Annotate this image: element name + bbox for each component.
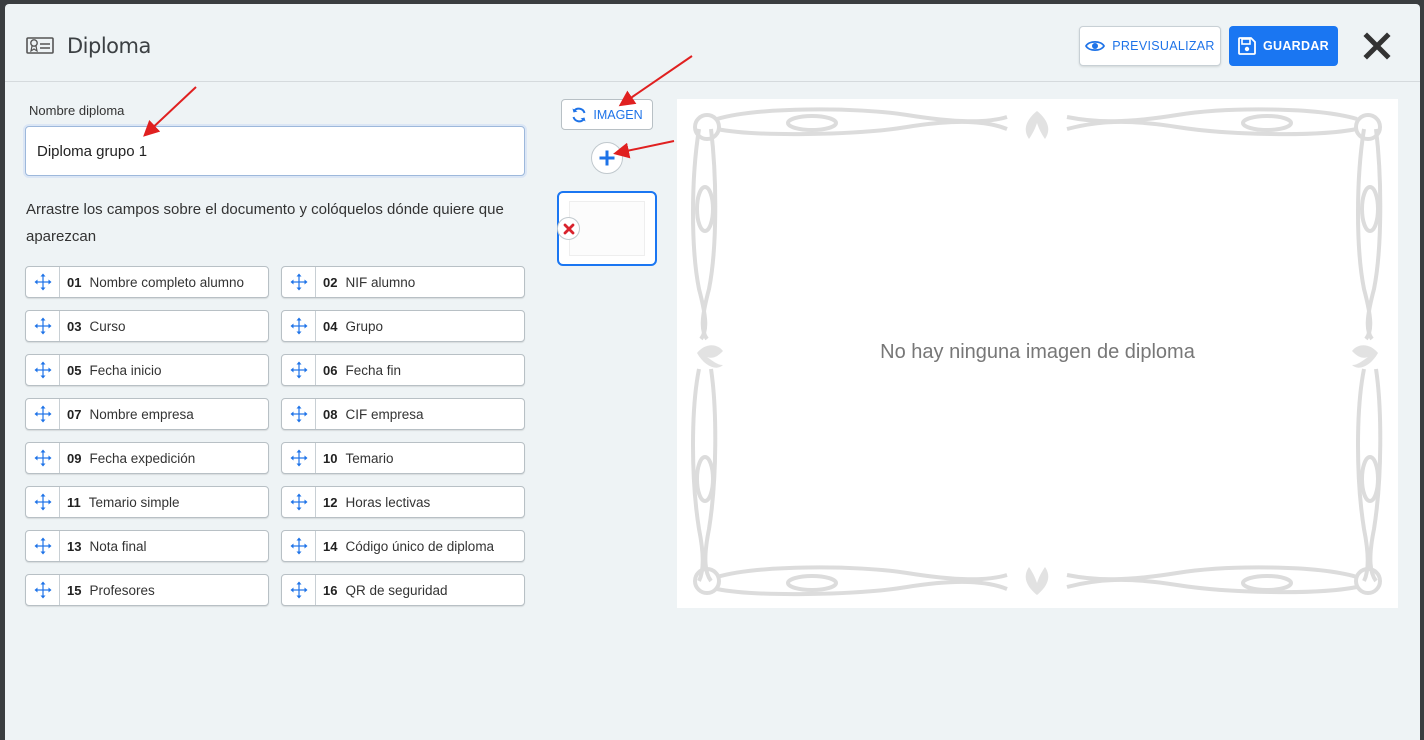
- drag-handle-icon[interactable]: [282, 443, 316, 473]
- page-title: Diploma: [67, 34, 151, 58]
- drag-handle-icon[interactable]: [26, 443, 60, 473]
- refresh-icon: [572, 107, 586, 122]
- diploma-canvas[interactable]: No hay ninguna imagen de diploma: [677, 99, 1398, 608]
- draggable-field[interactable]: 06 Fecha fin: [281, 354, 525, 386]
- thumbnail-preview: [569, 201, 645, 256]
- drag-handle-icon[interactable]: [26, 487, 60, 517]
- drag-handle-icon[interactable]: [26, 531, 60, 561]
- field-number: 09: [67, 450, 82, 466]
- field-number: 07: [67, 406, 82, 422]
- drag-handle-icon[interactable]: [282, 267, 316, 297]
- add-image-button[interactable]: [591, 142, 623, 174]
- field-number: 11: [67, 494, 81, 510]
- drag-handle-icon[interactable]: [282, 311, 316, 341]
- delete-image-button[interactable]: [557, 217, 580, 240]
- floppy-disk-icon: [1238, 37, 1256, 55]
- preview-button[interactable]: PREVISUALIZAR: [1079, 26, 1221, 66]
- field-number: 15: [67, 582, 82, 598]
- modal-header: Diploma PREVISUALIZAR GUARDAR: [5, 4, 1420, 82]
- drag-handle-icon[interactable]: [26, 355, 60, 385]
- drag-handle-icon[interactable]: [26, 575, 60, 605]
- draggable-field[interactable]: 03 Curso: [25, 310, 269, 342]
- plus-icon: [599, 150, 615, 166]
- drag-handle-icon[interactable]: [26, 267, 60, 297]
- close-icon[interactable]: [1363, 32, 1391, 60]
- field-number: 06: [323, 362, 338, 378]
- field-number: 08: [323, 406, 338, 422]
- field-number: 02: [323, 274, 338, 290]
- drag-handle-icon[interactable]: [26, 311, 60, 341]
- field-label: Grupo: [345, 318, 383, 334]
- field-label: Profesores: [89, 582, 155, 598]
- field-number: 14: [323, 538, 338, 554]
- field-label: NIF alumno: [345, 274, 416, 290]
- diploma-modal: Diploma PREVISUALIZAR GUARDAR Nombre dip…: [5, 4, 1420, 740]
- change-image-button[interactable]: IMAGEN: [561, 99, 653, 130]
- field-number: 10: [323, 450, 338, 466]
- eye-icon: [1085, 40, 1106, 52]
- drag-instructions: Arrastre los campos sobre el documento y…: [26, 201, 504, 245]
- draggable-field[interactable]: 13 Nota final: [25, 530, 269, 562]
- diploma-name-label: Nombre diploma: [29, 103, 125, 118]
- save-button-label: GUARDAR: [1263, 39, 1329, 53]
- field-label: QR de seguridad: [345, 582, 448, 598]
- drag-handle-icon[interactable]: [282, 399, 316, 429]
- draggable-field[interactable]: 09 Fecha expedición: [25, 442, 269, 474]
- draggable-field[interactable]: 15 Profesores: [25, 574, 269, 606]
- drag-handle-icon[interactable]: [282, 355, 316, 385]
- draggable-field[interactable]: 11 Temario simple: [25, 486, 269, 518]
- draggable-field[interactable]: 07 Nombre empresa: [25, 398, 269, 430]
- draggable-field[interactable]: 04 Grupo: [281, 310, 525, 342]
- save-button[interactable]: GUARDAR: [1229, 26, 1338, 66]
- draggable-field[interactable]: 08 CIF empresa: [281, 398, 525, 430]
- field-label: Fecha expedición: [89, 450, 196, 466]
- diploma-icon: [26, 37, 54, 54]
- drag-handle-icon[interactable]: [282, 487, 316, 517]
- draggable-field[interactable]: 16 QR de seguridad: [281, 574, 525, 606]
- draggable-field[interactable]: 10 Temario: [281, 442, 525, 474]
- field-number: 03: [67, 318, 82, 334]
- field-label: Temario: [345, 450, 394, 466]
- field-label: Fecha inicio: [89, 362, 162, 378]
- preview-button-label: PREVISUALIZAR: [1112, 39, 1215, 53]
- draggable-field[interactable]: 12 Horas lectivas: [281, 486, 525, 518]
- field-label: Nombre completo alumno: [89, 274, 245, 290]
- field-number: 01: [67, 274, 82, 290]
- change-image-label: IMAGEN: [593, 107, 643, 122]
- draggable-field[interactable]: 14 Código único de diploma: [281, 530, 525, 562]
- field-number: 12: [323, 494, 338, 510]
- diploma-name-input[interactable]: [25, 126, 525, 176]
- field-number: 16: [323, 582, 338, 598]
- draggable-field[interactable]: 05 Fecha inicio: [25, 354, 269, 386]
- drag-handle-icon[interactable]: [26, 399, 60, 429]
- field-label: Temario simple: [88, 494, 180, 510]
- field-label: CIF empresa: [345, 406, 424, 422]
- field-number: 05: [67, 362, 82, 378]
- delete-x-icon: [563, 223, 574, 234]
- field-number: 04: [323, 318, 338, 334]
- field-label: Fecha fin: [345, 362, 401, 378]
- field-label: Nombre empresa: [89, 406, 194, 422]
- field-number: 13: [67, 538, 82, 554]
- drag-handle-icon[interactable]: [282, 575, 316, 605]
- draggable-field[interactable]: 02 NIF alumno: [281, 266, 525, 298]
- field-label: Horas lectivas: [345, 494, 431, 510]
- no-image-message: No hay ninguna imagen de diploma: [880, 341, 1195, 363]
- field-label: Código único de diploma: [345, 538, 495, 554]
- draggable-field[interactable]: 01 Nombre completo alumno: [25, 266, 269, 298]
- field-label: Nota final: [89, 538, 147, 554]
- drag-handle-icon[interactable]: [282, 531, 316, 561]
- field-label: Curso: [89, 318, 126, 334]
